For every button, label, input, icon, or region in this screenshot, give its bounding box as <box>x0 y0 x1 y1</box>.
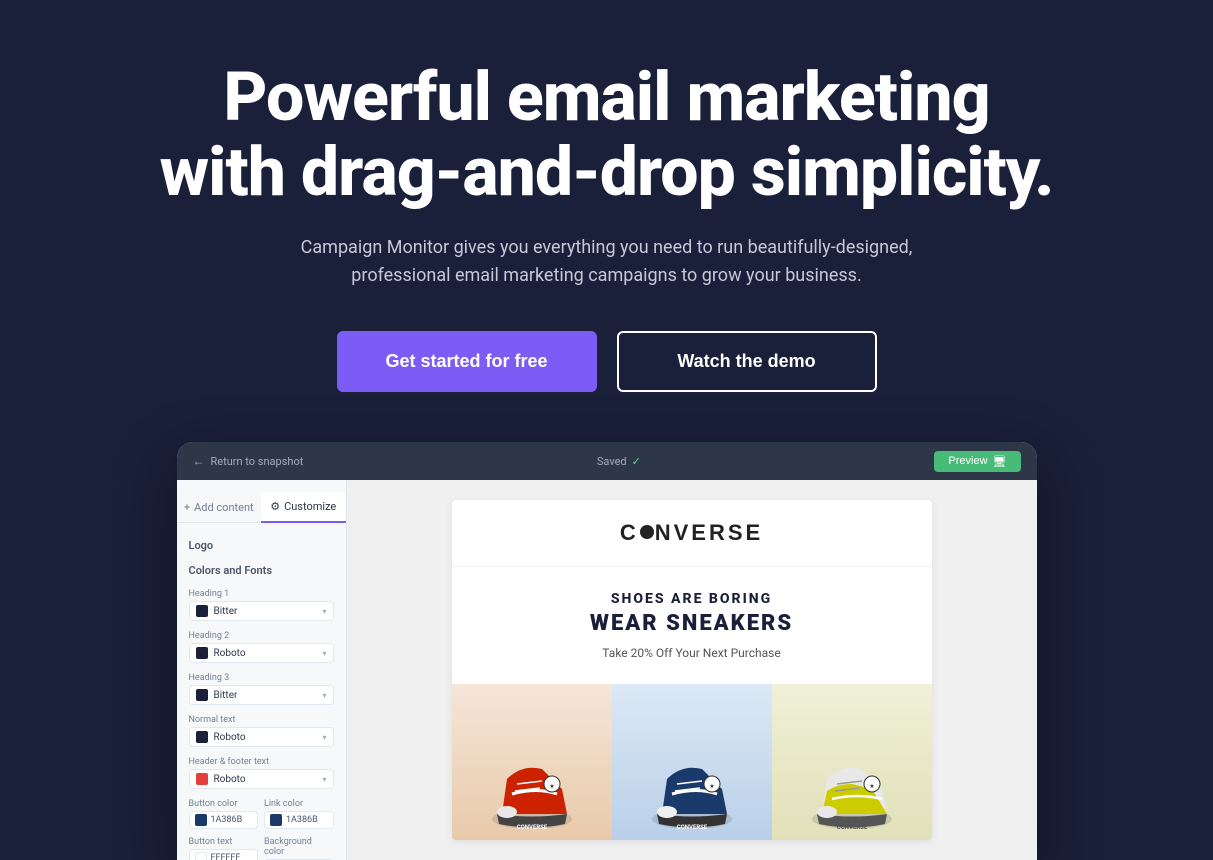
email-tagline-1: SHOES ARE BORING <box>482 591 902 607</box>
app-preview-container: ← Return to snapshot Saved ✓ Preview 🖥 +… <box>177 442 1037 860</box>
button-text-field: Button text FFFFFF <box>189 837 259 860</box>
email-body: SHOES ARE BORING WEAR SNEAKERS Take 20% … <box>452 567 932 684</box>
bg-color-label: Background color <box>264 837 334 857</box>
heading2-color-swatch <box>196 647 208 659</box>
button-text-value: FFFFFF <box>211 853 241 860</box>
heading1-label: Heading 1 <box>189 589 334 599</box>
normal-text-select[interactable]: Roboto ▾ <box>189 727 334 747</box>
svg-text:★: ★ <box>549 783 554 790</box>
email-offer: Take 20% Off Your Next Purchase <box>482 646 902 660</box>
tab-customize-label: Customize <box>284 500 336 513</box>
saved-check-icon: ✓ <box>632 455 641 468</box>
normal-text-label: Normal text <box>189 715 334 725</box>
tab-add-label: Add content <box>194 501 254 514</box>
topbar-back-label[interactable]: Return to snapshot <box>211 455 304 468</box>
heading3-field: Heading 3 Bitter ▾ <box>177 669 346 709</box>
svg-text:★: ★ <box>869 783 874 790</box>
shoe-item-2: ★ CONVERSE <box>612 684 772 840</box>
normal-text-font: Roboto <box>214 732 246 743</box>
gear-icon: ⚙ <box>270 500 280 513</box>
shoe-svg-3: ★ CONVERSE <box>807 719 897 839</box>
link-color-input[interactable]: 1A386B <box>264 811 334 829</box>
header-footer-label: Header & footer text <box>189 757 334 767</box>
normal-text-chevron: ▾ <box>322 733 326 742</box>
hero-buttons: Get started for free Watch the demo <box>20 331 1193 392</box>
email-card: CNVERSE SHOES ARE BORING WEAR SNEAKERS T… <box>452 500 932 840</box>
bg-color-field: Background color FFFFFF <box>264 837 334 860</box>
preview-label: Preview <box>948 455 987 467</box>
saved-label: Saved <box>597 455 627 468</box>
header-footer-field: Header & footer text Roboto ▾ <box>177 753 346 793</box>
button-color-input[interactable]: 1A386B <box>189 811 259 829</box>
heading1-color-swatch <box>196 605 208 617</box>
button-link-color-row: Button color 1A386B Link color 1A386B <box>177 795 346 833</box>
email-header: CNVERSE <box>452 500 932 567</box>
colors-fonts-label: Colors and Fonts <box>177 560 346 585</box>
hero-title: Powerful email marketing with drag-and-d… <box>157 60 1057 210</box>
button-text-input[interactable]: FFFFFF <box>189 849 259 860</box>
hero-subtitle: Campaign Monitor gives you everything yo… <box>297 234 917 292</box>
svg-text:CONVERSE: CONVERSE <box>676 824 707 831</box>
button-text-label: Button text <box>189 837 259 847</box>
heading2-chevron: ▾ <box>322 649 326 658</box>
topbar-left: ← Return to snapshot <box>193 454 304 468</box>
heading2-label: Heading 2 <box>189 631 334 641</box>
normal-text-swatch <box>196 731 208 743</box>
button-color-label: Button color <box>189 799 259 809</box>
header-footer-chevron: ▾ <box>322 775 326 784</box>
tab-add-content[interactable]: + Add content <box>177 492 262 522</box>
header-footer-select[interactable]: Roboto ▾ <box>189 769 334 789</box>
email-tagline-2: WEAR SNEAKERS <box>482 611 902 636</box>
logo-section-label: Logo <box>177 535 346 560</box>
app-sidebar: + Add content ⚙ Customize Logo Colors an… <box>177 480 347 860</box>
email-preview-area: CNVERSE SHOES ARE BORING WEAR SNEAKERS T… <box>347 480 1037 860</box>
link-color-label: Link color <box>264 799 334 809</box>
heading1-chevron: ▾ <box>322 607 326 616</box>
converse-logo: CNVERSE <box>472 520 912 546</box>
sidebar-tabs: + Add content ⚙ Customize <box>177 492 346 523</box>
svg-text:CONVERSE: CONVERSE <box>516 824 547 831</box>
shoe-svg-1: ★ CONVERSE <box>487 719 577 839</box>
heading1-select[interactable]: Bitter ▾ <box>189 601 334 621</box>
heading3-color-swatch <box>196 689 208 701</box>
shoe-item-1: ★ CONVERSE <box>452 684 612 840</box>
app-topbar: ← Return to snapshot Saved ✓ Preview 🖥 <box>177 442 1037 480</box>
link-color-swatch <box>270 814 282 826</box>
heading2-field: Heading 2 Roboto ▾ <box>177 627 346 667</box>
get-started-button[interactable]: Get started for free <box>337 331 597 392</box>
app-body: + Add content ⚙ Customize Logo Colors an… <box>177 480 1037 860</box>
svg-text:CONVERSE: CONVERSE <box>836 824 867 831</box>
header-footer-swatch <box>196 773 208 785</box>
button-text-swatch <box>195 852 207 860</box>
hero-section: Powerful email marketing with drag-and-d… <box>0 0 1213 392</box>
shoe-svg-2: ★ CONVERSE <box>647 719 737 839</box>
link-color-value: 1A386B <box>286 815 318 825</box>
add-icon: + <box>184 501 190 514</box>
heading3-font: Bitter <box>214 690 238 701</box>
header-footer-font: Roboto <box>214 774 246 785</box>
preview-button[interactable]: Preview 🖥 <box>934 451 1020 472</box>
heading1-font: Bitter <box>214 606 238 617</box>
heading3-chevron: ▾ <box>322 691 326 700</box>
heading1-field: Heading 1 Bitter ▾ <box>177 585 346 625</box>
app-preview-wrapper: ← Return to snapshot Saved ✓ Preview 🖥 +… <box>0 442 1213 860</box>
button-color-value: 1A386B <box>211 815 243 825</box>
button-color-swatch <box>195 814 207 826</box>
shoes-image-area: ★ CONVERSE <box>452 684 932 840</box>
watch-demo-button[interactable]: Watch the demo <box>617 331 877 392</box>
heading2-select[interactable]: Roboto ▾ <box>189 643 334 663</box>
tab-customize[interactable]: ⚙ Customize <box>261 492 346 523</box>
normal-text-field: Normal text Roboto ▾ <box>177 711 346 751</box>
back-arrow-icon: ← <box>193 454 205 468</box>
topbar-center: Saved ✓ <box>597 455 641 468</box>
preview-icon: 🖥 <box>993 455 1007 468</box>
heading3-select[interactable]: Bitter ▾ <box>189 685 334 705</box>
button-text-bg-row: Button text FFFFFF Background color FFFF… <box>177 833 346 860</box>
heading2-font: Roboto <box>214 648 246 659</box>
shoe-item-3: ★ CONVERSE <box>772 684 932 840</box>
svg-text:★: ★ <box>709 783 714 790</box>
heading3-label: Heading 3 <box>189 673 334 683</box>
